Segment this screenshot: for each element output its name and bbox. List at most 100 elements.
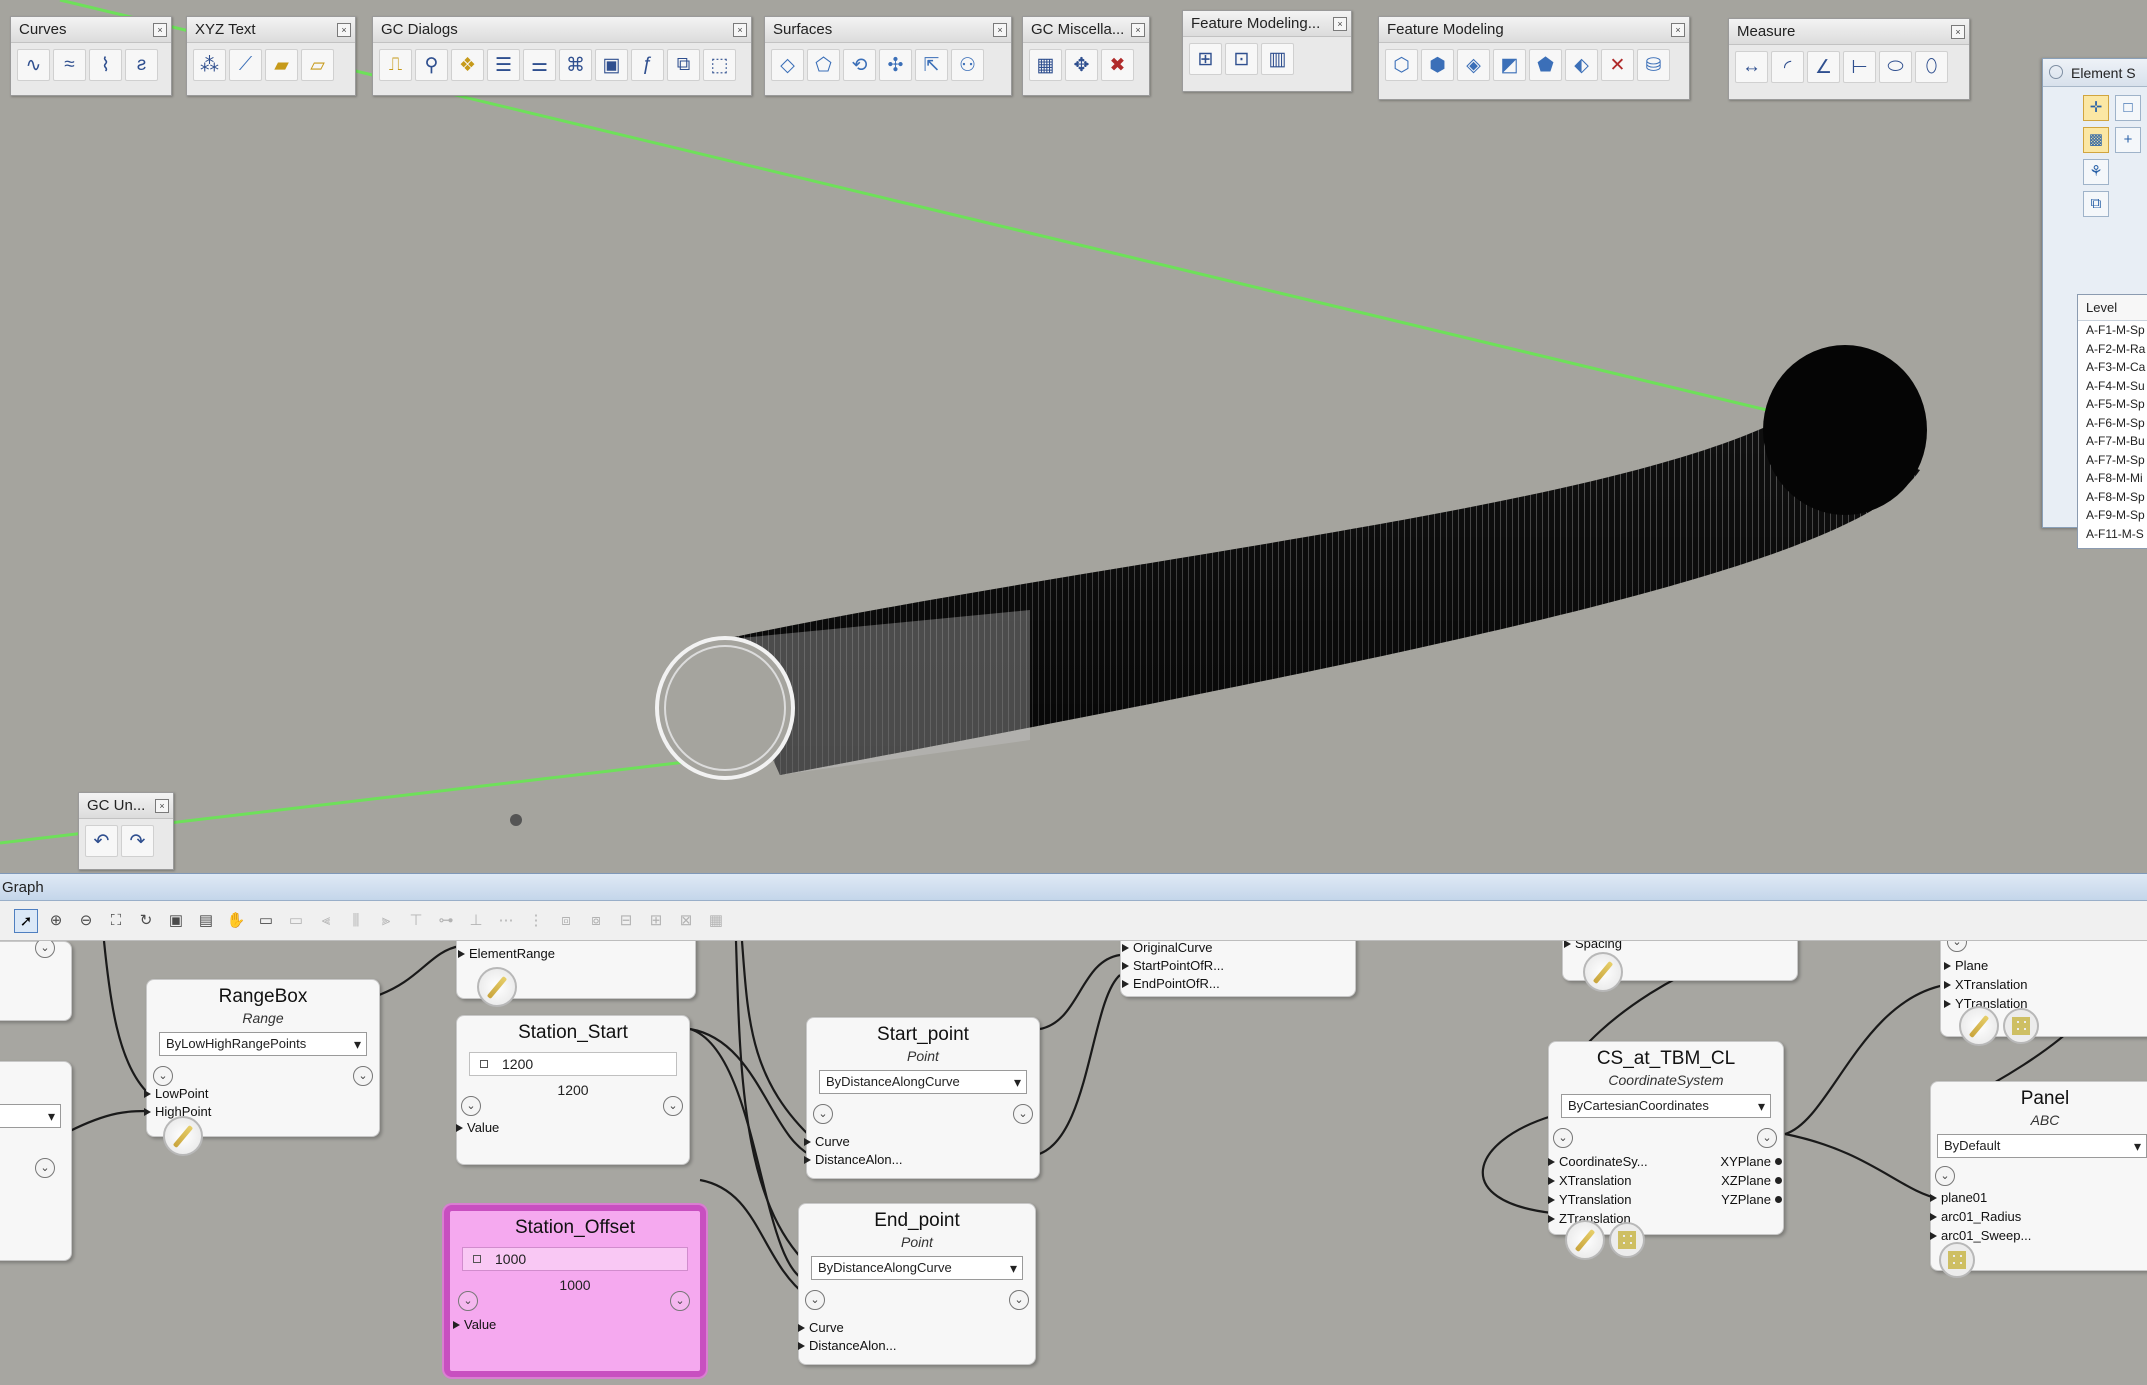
measure-radius-icon[interactable]: ◜ bbox=[1771, 51, 1804, 83]
input-port-coordinate-system[interactable]: CoordinateSy... bbox=[1548, 1154, 1648, 1169]
expand-circle-icon[interactable]: ⌄ bbox=[1009, 1290, 1029, 1310]
pan-hand-icon[interactable]: ✋ bbox=[224, 909, 248, 933]
select-arrow-icon[interactable]: ➚ bbox=[14, 908, 38, 933]
grid-layout-icon[interactable]: ▦ bbox=[704, 909, 728, 933]
expand-circle-icon[interactable]: ⌄ bbox=[805, 1290, 825, 1310]
frame-icon[interactable]: ▭ bbox=[254, 909, 278, 933]
level-item[interactable]: A-F6-M-Sp bbox=[2078, 414, 2147, 433]
technique-dropdown[interactable]: ByCartesianCoordinates bbox=[1561, 1094, 1771, 1118]
graph-node-element-range[interactable]: ElementRange bbox=[456, 941, 696, 1007]
graph-node-cs-at-tbm-cl[interactable]: CS_at_TBM_CL CoordinateSystem ByCartesia… bbox=[1548, 1041, 1784, 1260]
wand-icon[interactable] bbox=[1959, 1006, 1999, 1046]
input-port-distance[interactable]: DistanceAlon... bbox=[797, 1338, 896, 1353]
list-icon[interactable]: ☰ bbox=[487, 49, 520, 81]
input-port-start-point[interactable]: StartPointOfR... bbox=[1121, 958, 1224, 973]
transform-icon[interactable]: ✥ bbox=[1065, 49, 1098, 81]
patch-icon[interactable]: ⚇ bbox=[951, 49, 984, 81]
close-icon[interactable]: × bbox=[993, 23, 1007, 37]
replication-grid-icon[interactable] bbox=[1609, 1222, 1645, 1258]
expand-circle-icon[interactable]: ⌄ bbox=[35, 941, 55, 958]
image-icon[interactable]: ▣ bbox=[595, 49, 628, 81]
checkbox-icon[interactable] bbox=[480, 1060, 488, 1068]
input-port-original-curve[interactable]: OriginalCurve bbox=[1121, 941, 1212, 955]
wand-icon[interactable] bbox=[1565, 1220, 1605, 1260]
folder-export-icon[interactable]: ▰ bbox=[265, 49, 298, 81]
block-icon[interactable]: ⬢ bbox=[1421, 49, 1454, 81]
replication-grid-icon[interactable] bbox=[2003, 1008, 2039, 1044]
redo-icon[interactable]: ↷ bbox=[121, 825, 154, 857]
zoom-in-icon[interactable]: ⊕ bbox=[44, 909, 68, 933]
input-port-value[interactable]: Value bbox=[452, 1317, 496, 1332]
graph-node-station-start[interactable]: Station_Start 1200 1200 ⌄ ⌄ Value bbox=[455, 1015, 690, 1165]
cylinder-icon[interactable]: ⛁ bbox=[1637, 49, 1670, 81]
input-port-plane01[interactable]: plane01 bbox=[1929, 1190, 1987, 1205]
prism-icon[interactable]: ◩ bbox=[1493, 49, 1526, 81]
input-port-xtranslation[interactable]: XTranslation bbox=[1548, 1173, 1632, 1188]
close-icon[interactable]: × bbox=[733, 23, 747, 37]
distribute-v-icon[interactable]: ⋮ bbox=[524, 909, 548, 933]
input-port-arc01-sweep[interactable]: arc01_Sweep... bbox=[1929, 1228, 2031, 1243]
level-item[interactable]: A-F1-M-Sp bbox=[2078, 321, 2147, 340]
expand-circle-icon[interactable]: ⌄ bbox=[813, 1104, 833, 1124]
shell-icon[interactable]: ⬡ bbox=[1385, 49, 1418, 81]
delete-icon[interactable]: ✖ bbox=[1101, 49, 1134, 81]
technique-dropdown[interactable] bbox=[0, 1104, 61, 1128]
export-image-icon[interactable]: ▤ bbox=[194, 909, 218, 933]
technique-dropdown[interactable]: ByDistanceAlongCurve bbox=[811, 1256, 1023, 1280]
input-port-curve[interactable]: Curve bbox=[804, 1134, 850, 1149]
measure-area-icon[interactable]: ⬭ bbox=[1879, 51, 1912, 83]
replication-grid-icon[interactable] bbox=[1939, 1242, 1975, 1278]
graph-node-partial-left[interactable]: ⌄ bbox=[0, 1061, 72, 1261]
pin-icon[interactable] bbox=[2049, 65, 2063, 79]
close-icon[interactable]: × bbox=[337, 23, 351, 37]
transaction-icon[interactable]: ⚲ bbox=[415, 49, 448, 81]
remove-solid-icon[interactable]: ✕ bbox=[1601, 49, 1634, 81]
close-icon[interactable]: × bbox=[1333, 17, 1347, 31]
input-port-end-point[interactable]: EndPointOfR... bbox=[1122, 976, 1220, 991]
technique-dropdown[interactable]: ByDefault bbox=[1937, 1134, 2147, 1158]
align-center-icon[interactable]: ⫼ bbox=[344, 909, 368, 933]
graph-node-plane[interactable]: ⌄ Plane XTranslation YTranslation bbox=[1940, 941, 2147, 1046]
cube-icon[interactable]: ◈ bbox=[1457, 49, 1490, 81]
spline-icon[interactable]: ≈ bbox=[53, 49, 86, 81]
select-group-icon[interactable]: ▩ bbox=[2083, 127, 2109, 153]
level-item[interactable]: A-F2-M-Ra bbox=[2078, 340, 2147, 359]
close-icon[interactable]: × bbox=[1951, 25, 1965, 39]
polyline-icon[interactable]: ⌇ bbox=[89, 49, 122, 81]
ungroup-icon[interactable]: ⧇ bbox=[584, 909, 608, 933]
bspline-icon[interactable]: ƨ bbox=[125, 49, 158, 81]
filter-icon[interactable]: ⚘ bbox=[2083, 159, 2109, 185]
align-right-icon[interactable]: ⫸ bbox=[374, 909, 398, 933]
expand-circle-icon[interactable]: ⌄ bbox=[1935, 1166, 1955, 1186]
function-icon[interactable]: ƒ bbox=[631, 49, 664, 81]
group-icon[interactable]: ⧈ bbox=[554, 909, 578, 933]
graph-node-partial-top-left[interactable]: ⌄ bbox=[0, 941, 72, 1021]
feature-icon[interactable]: ❖ bbox=[451, 49, 484, 81]
level-item[interactable]: A-F9-M-Sp bbox=[2078, 506, 2147, 525]
technique-dropdown[interactable]: ByLowHighRangePoints bbox=[159, 1032, 367, 1056]
graph-node-end-point[interactable]: End_point Point ByDistanceAlongCurve ⌄ ⌄… bbox=[797, 1203, 1036, 1365]
column-icon[interactable]: ▥ bbox=[1261, 43, 1294, 75]
measure-length-icon[interactable]: ⊢ bbox=[1843, 51, 1876, 83]
add-selection-icon[interactable]: + bbox=[2115, 127, 2141, 153]
measure-volume-icon[interactable]: ⬯ bbox=[1915, 51, 1948, 83]
align-left-icon[interactable]: ⫷ bbox=[314, 909, 338, 933]
input-port-distance[interactable]: DistanceAlon... bbox=[803, 1152, 902, 1167]
hierarchy-icon[interactable]: ⊞ bbox=[1189, 43, 1222, 75]
expand-circle-icon[interactable]: ⌄ bbox=[35, 1158, 55, 1178]
select-box-icon[interactable]: □ bbox=[2115, 95, 2141, 121]
table-icon[interactable]: ▦ bbox=[1029, 49, 1062, 81]
level-item[interactable]: A-F7-M-Bu bbox=[2078, 432, 2147, 451]
level-item[interactable]: A-F4-M-Su bbox=[2078, 377, 2147, 396]
dimension-icon[interactable]: ⊡ bbox=[1225, 43, 1258, 75]
frame-all-icon[interactable]: ▭ bbox=[284, 909, 308, 933]
wand-icon[interactable] bbox=[163, 1116, 203, 1156]
close-icon[interactable]: × bbox=[155, 799, 169, 813]
undo-icon[interactable]: ↶ bbox=[85, 825, 118, 857]
checkbox-icon[interactable] bbox=[473, 1255, 481, 1263]
solid-icon[interactable]: ⬟ bbox=[1529, 49, 1562, 81]
expand-circle-icon[interactable]: ⌄ bbox=[1757, 1128, 1777, 1148]
level-item[interactable]: A-F7-M-Sp bbox=[2078, 451, 2147, 470]
text-grid-icon[interactable]: ⁂ bbox=[193, 49, 226, 81]
input-port-spacing[interactable]: Spacing bbox=[1564, 941, 1622, 951]
